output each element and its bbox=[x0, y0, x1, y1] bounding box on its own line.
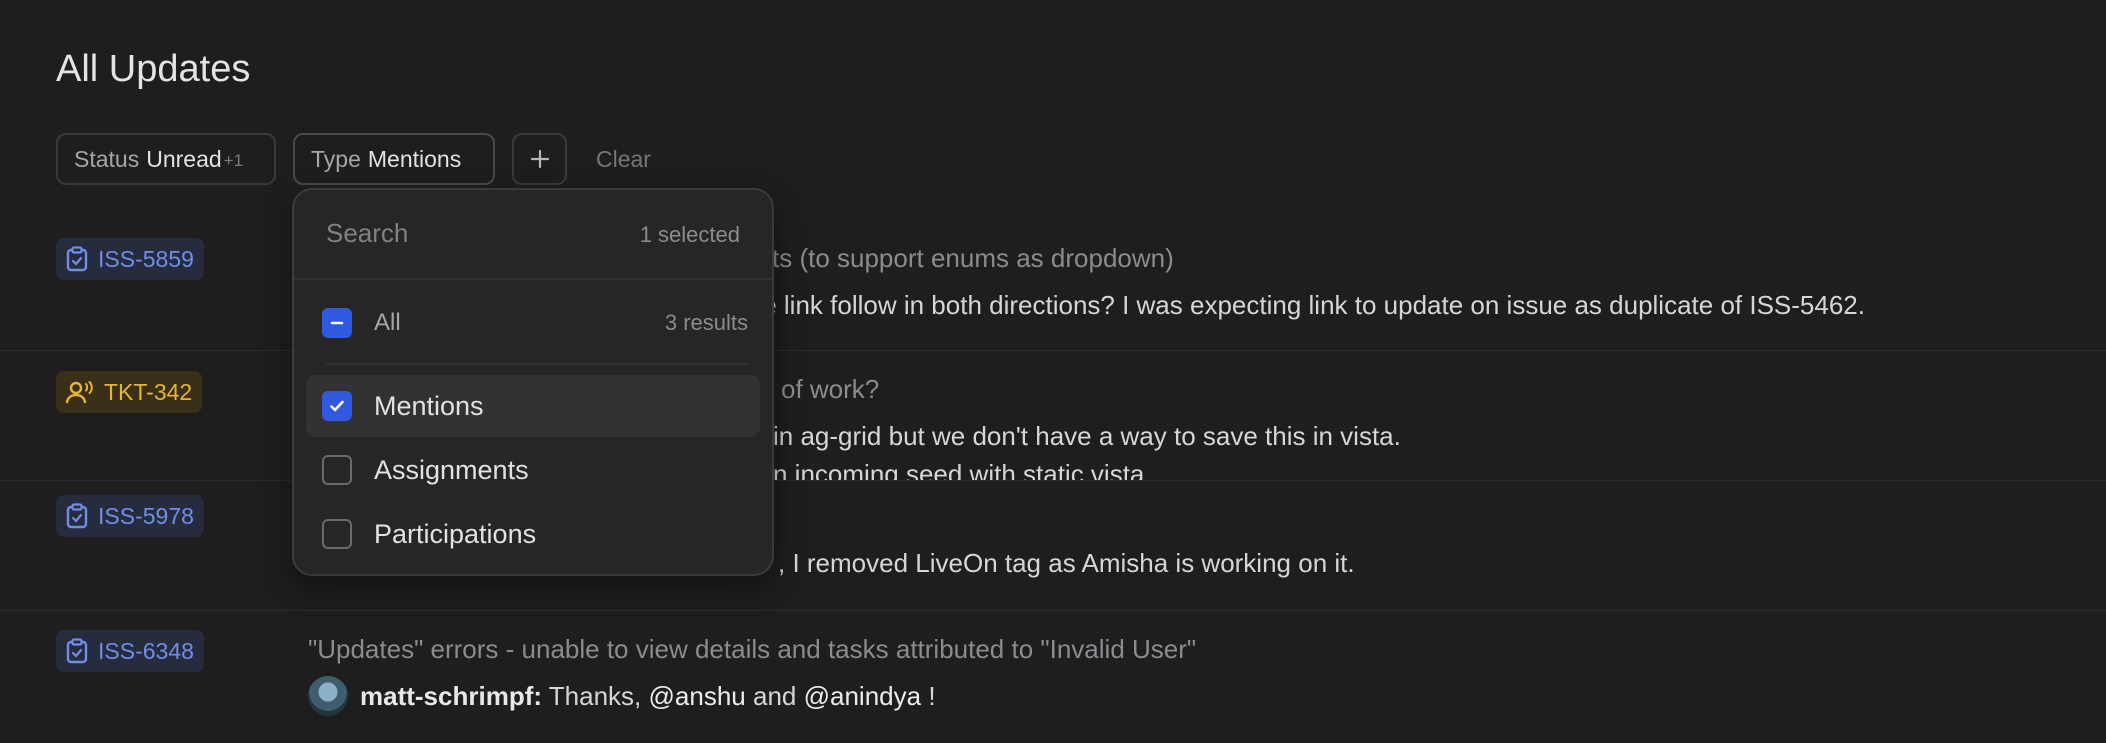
indeterminate-checkbox[interactable] bbox=[322, 308, 352, 338]
status-filter-value: Unread bbox=[146, 145, 222, 172]
comment-author[interactable]: matt-schrimpf: bbox=[360, 681, 542, 711]
issue-key: ISS-5859 bbox=[98, 245, 194, 272]
mention-link[interactable]: @anshu bbox=[649, 681, 746, 711]
comment-text-line-2: n incoming seed with static vista bbox=[773, 459, 1145, 481]
person-speaking-icon bbox=[66, 381, 93, 404]
clipboard-icon bbox=[66, 503, 88, 529]
type-filter-label: Type bbox=[311, 145, 361, 172]
divider bbox=[326, 363, 748, 365]
issue-title[interactable]: "Updates" errors - unable to view detail… bbox=[308, 634, 1196, 665]
comment-end: ! bbox=[928, 681, 936, 711]
ticket-key-tag[interactable]: TKT-342 bbox=[56, 371, 203, 413]
type-filter-value: Mentions bbox=[367, 145, 462, 172]
checkbox[interactable] bbox=[322, 455, 352, 485]
add-filter-button[interactable] bbox=[512, 133, 567, 185]
option-label: Mentions bbox=[374, 390, 484, 421]
comment-text: , I removed LiveOn tag as Amisha is work… bbox=[778, 548, 1355, 578]
mention-link[interactable]: @anindya bbox=[804, 681, 921, 711]
status-filter-extra-count: +1 bbox=[223, 151, 244, 170]
page-title: All Updates bbox=[56, 48, 251, 90]
option-participations[interactable]: Participations bbox=[306, 503, 760, 565]
option-mentions[interactable]: Mentions bbox=[306, 375, 760, 437]
results-count: 3 results bbox=[664, 310, 748, 335]
issue-key-tag[interactable]: ISS-6348 bbox=[56, 630, 204, 672]
comment-text: te link follow in both directions? I was… bbox=[755, 290, 1865, 320]
comment-conjunction: and bbox=[752, 681, 797, 711]
clipboard-icon bbox=[66, 638, 88, 664]
issue-key-tag[interactable]: ISS-5978 bbox=[56, 495, 204, 537]
option-all[interactable]: All 3 results bbox=[306, 292, 760, 354]
comment-text: in ag-grid but we don't have a way to sa… bbox=[773, 421, 1401, 451]
plus-icon bbox=[530, 149, 549, 169]
checkmark-icon bbox=[330, 400, 344, 412]
option-label: All bbox=[374, 309, 401, 336]
ticket-key: TKT-342 bbox=[104, 378, 193, 405]
issue-key: ISS-5978 bbox=[98, 502, 194, 529]
checkbox-checked[interactable] bbox=[322, 391, 352, 421]
issue-title: r traits (to support enums as dropdown) bbox=[720, 243, 1174, 273]
clipboard-icon bbox=[66, 246, 88, 272]
update-row[interactable]: ISS-6348 "Updates" errors - unable to vi… bbox=[0, 610, 2106, 743]
option-label: Participations bbox=[374, 518, 537, 549]
status-filter-chip[interactable]: Status Unread +1 bbox=[56, 133, 276, 185]
divider bbox=[294, 278, 772, 280]
selected-count: 1 selected bbox=[639, 222, 740, 247]
type-filter-dropdown: Search 1 selected All 3 results Mentions… bbox=[292, 188, 774, 576]
status-filter-label: Status bbox=[74, 145, 140, 172]
issue-key: ISS-6348 bbox=[98, 637, 194, 664]
option-label: Assignments bbox=[374, 454, 529, 485]
comment-body: Thanks, bbox=[548, 681, 642, 711]
type-filter-chip[interactable]: Type Mentions bbox=[293, 133, 495, 185]
dropdown-search-input[interactable]: Search bbox=[326, 218, 408, 249]
issue-key-tag[interactable]: ISS-5859 bbox=[56, 238, 204, 280]
comment-text: matt-schrimpf: Thanks, @anshu and @anind… bbox=[360, 681, 936, 712]
minus-icon bbox=[330, 321, 344, 325]
checkbox[interactable] bbox=[322, 519, 352, 549]
clear-filters-button[interactable]: Clear bbox=[596, 146, 651, 173]
option-assignments[interactable]: Assignments bbox=[306, 439, 760, 501]
avatar bbox=[308, 676, 348, 716]
